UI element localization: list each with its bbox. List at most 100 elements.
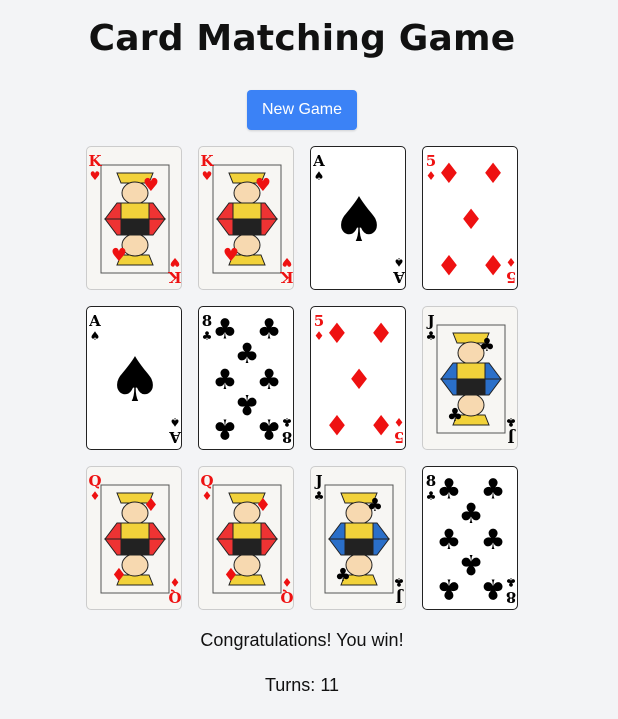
card[interactable]: ♦ ♦ Q ♦ Q ♦: [198, 466, 294, 610]
card-rank: Q: [200, 472, 213, 490]
clubs-icon: ♣: [335, 565, 351, 586]
card-rank: 5: [394, 428, 404, 446]
card-rank: Q: [280, 588, 293, 606]
clubs-icon: ♣: [202, 329, 213, 343]
spades-icon: ♠: [170, 415, 181, 429]
card-graphic: ♦♦Q♦Q♦: [200, 472, 293, 606]
diamonds-icon: ♦: [324, 317, 349, 350]
card-rank: A: [169, 428, 182, 446]
diamonds-icon: ♦: [506, 255, 517, 269]
card[interactable]: ♠ A ♠ A ♠: [86, 306, 182, 450]
card-graphic: ♣♣J♣J♣: [425, 312, 517, 446]
card[interactable]: ♥ ♥ K ♥ K ♥: [198, 146, 294, 290]
diamonds-icon: ♦: [481, 248, 506, 281]
card-grid: ♥ ♥ K ♥ K ♥ ♥ ♥ K ♥ K ♥ ♠ A ♠ A ♠ ♦ ♦ ♦ ♦ ♦ 5 ♦ 5 ♦ ♠ A ♠ A ♠ ♣ ♣ ♣ ♣ ♣ ♣ ♣ ♣ 8…: [86, 146, 518, 610]
diamonds-icon: ♦: [223, 565, 239, 586]
clubs-icon: ♣: [212, 412, 237, 445]
clubs-icon: ♣: [481, 473, 506, 506]
card-rank: 8: [426, 472, 436, 490]
card-rank: 5: [506, 268, 516, 286]
card-graphic: ♦♦Q♦Q♦: [88, 472, 181, 606]
hearts-icon: ♥: [223, 245, 239, 266]
card-rank: K: [168, 268, 182, 286]
card-rank: A: [312, 152, 325, 170]
card-rank: 5: [426, 152, 436, 170]
diamonds-icon: ♦: [436, 248, 461, 281]
card-rank: K: [200, 152, 214, 170]
card-graphic: ♠A♠A♠: [312, 152, 406, 286]
diamonds-icon: ♦: [90, 489, 101, 503]
card[interactable]: ♦ ♦ Q ♦ Q ♦: [86, 466, 182, 610]
clubs-icon: ♣: [282, 415, 293, 429]
clubs-icon: ♣: [394, 575, 405, 589]
card-graphic: ♦ ♦♦♦ ♦5♦5♦: [426, 152, 517, 286]
diamonds-icon: ♦: [394, 415, 405, 429]
spades-icon: ♠: [107, 344, 162, 416]
diamonds-icon: ♦: [202, 489, 213, 503]
clubs-icon: ♣: [212, 363, 237, 396]
clubs-icon: ♣: [426, 329, 437, 343]
card-rank: J: [507, 428, 516, 446]
hearts-icon: ♥: [111, 245, 127, 266]
card[interactable]: ♣ ♣ J ♣ J ♣: [310, 466, 406, 610]
hearts-icon: ♥: [170, 255, 181, 269]
diamonds-icon: ♦: [346, 363, 371, 396]
card[interactable]: ♣ ♣ J ♣ J ♣: [422, 306, 518, 450]
clubs-icon: ♣: [314, 489, 325, 503]
diamonds-icon: ♦: [111, 565, 127, 586]
card-rank: J: [313, 472, 322, 490]
hearts-icon: ♥: [143, 175, 159, 196]
card-rank: J: [425, 312, 434, 330]
card-rank: J: [395, 588, 404, 606]
card[interactable]: ♦ ♦ ♦ ♦ ♦ 5 ♦ 5 ♦: [310, 306, 406, 450]
card[interactable]: ♣ ♣ ♣ ♣ ♣ ♣ ♣ ♣ 8 ♣ 8 ♣: [422, 466, 518, 610]
diamonds-icon: ♦: [481, 157, 506, 190]
clubs-icon: ♣: [506, 575, 517, 589]
card-rank: A: [393, 268, 406, 286]
spades-icon: ♠: [90, 329, 101, 343]
hearts-icon: ♥: [282, 255, 293, 269]
page-title: Card Matching Game: [88, 18, 516, 59]
new-game-button[interactable]: New Game: [247, 90, 357, 130]
clubs-icon: ♣: [426, 489, 437, 503]
card-rank: K: [280, 268, 294, 286]
diamonds-icon: ♦: [436, 157, 461, 190]
card[interactable]: ♦ ♦ ♦ ♦ ♦ 5 ♦ 5 ♦: [422, 146, 518, 290]
card-rank: 8: [506, 588, 516, 606]
card[interactable]: ♠ A ♠ A ♠: [310, 146, 406, 290]
hearts-icon: ♥: [202, 169, 213, 183]
card[interactable]: ♥ ♥ K ♥ K ♥: [86, 146, 182, 290]
diamonds-icon: ♦: [426, 169, 437, 183]
diamonds-icon: ♦: [143, 495, 159, 516]
card-rank: A: [88, 312, 101, 330]
diamonds-icon: ♦: [314, 329, 325, 343]
clubs-icon: ♣: [436, 523, 461, 556]
clubs-icon: ♣: [479, 335, 495, 356]
diamonds-icon: ♦: [170, 575, 181, 589]
diamonds-icon: ♦: [369, 408, 394, 441]
hearts-icon: ♥: [90, 169, 101, 183]
card-rank: 5: [314, 312, 324, 330]
diamonds-icon: ♦: [458, 203, 483, 236]
diamonds-icon: ♦: [324, 408, 349, 441]
spades-icon: ♠: [394, 255, 405, 269]
card-graphic: ♥♥K♥K♥: [200, 152, 294, 286]
card-rank: K: [88, 152, 102, 170]
card-rank: 8: [202, 312, 212, 330]
spades-icon: ♠: [331, 184, 386, 256]
clubs-icon: ♣: [257, 412, 282, 445]
card-graphic: ♣♣J♣J♣: [313, 472, 405, 606]
clubs-icon: ♣: [481, 572, 506, 605]
status-message: Congratulations! You win!: [200, 630, 404, 650]
card-rank: Q: [168, 588, 181, 606]
card-graphic: ♥♥K♥K♥: [88, 152, 182, 286]
diamonds-icon: ♦: [369, 317, 394, 350]
clubs-icon: ♣: [506, 415, 517, 429]
clubs-icon: ♣: [436, 572, 461, 605]
hearts-icon: ♥: [255, 175, 271, 196]
clubs-icon: ♣: [367, 495, 383, 516]
card-rank: Q: [88, 472, 101, 490]
diamonds-icon: ♦: [255, 495, 271, 516]
clubs-icon: ♣: [447, 405, 463, 426]
card[interactable]: ♣ ♣ ♣ ♣ ♣ ♣ ♣ ♣ 8 ♣ 8 ♣: [198, 306, 294, 450]
